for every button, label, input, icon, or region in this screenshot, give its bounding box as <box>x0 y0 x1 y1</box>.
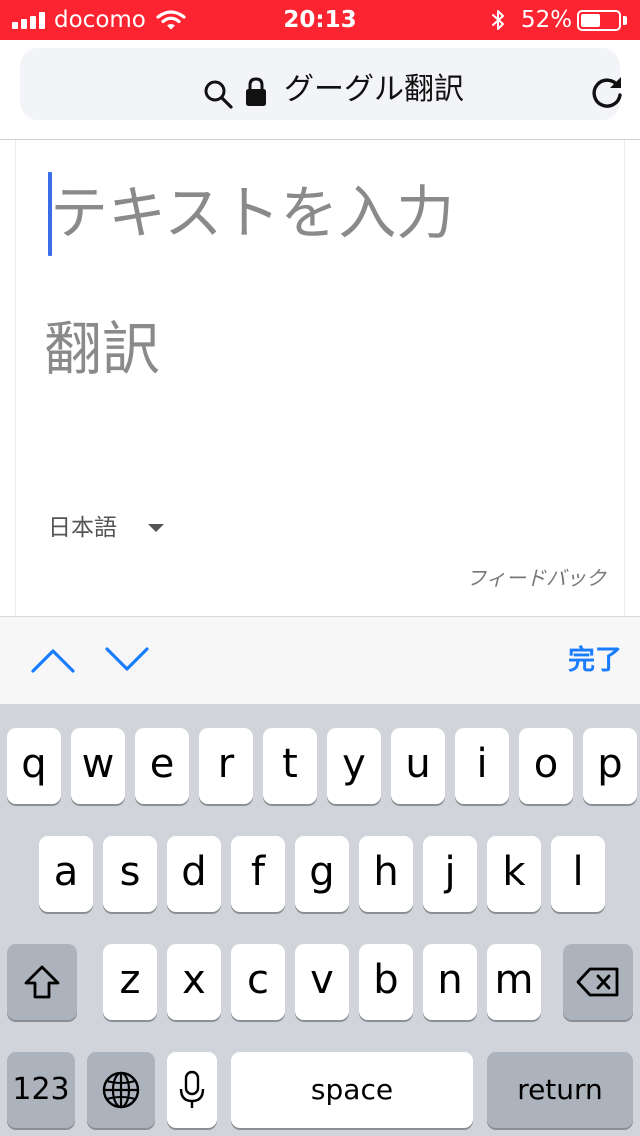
key-d[interactable]: d <box>167 836 221 912</box>
key-b[interactable]: b <box>359 944 413 1020</box>
key-a[interactable]: a <box>39 836 93 912</box>
numbers-key-label: 123 <box>12 1072 70 1107</box>
key-w[interactable]: w <box>71 728 125 804</box>
translation-output: 翻訳 <box>44 315 161 383</box>
key-x[interactable]: x <box>167 944 221 1020</box>
key-e[interactable]: e <box>135 728 189 804</box>
next-field-chevron-down-icon[interactable] <box>104 645 150 675</box>
battery-level-fill <box>581 14 600 27</box>
key-f[interactable]: f <box>231 836 285 912</box>
key-p[interactable]: p <box>583 728 637 804</box>
key-g[interactable]: g <box>295 836 349 912</box>
battery-icon <box>577 10 621 31</box>
search-icon <box>204 80 233 109</box>
feedback-link[interactable]: フィードバック <box>466 564 606 592</box>
key-q[interactable]: q <box>7 728 61 804</box>
key-m[interactable]: m <box>487 944 541 1020</box>
numbers-key[interactable]: 123 <box>7 1052 75 1128</box>
key-v[interactable]: v <box>295 944 349 1020</box>
bluetooth-icon <box>492 10 504 30</box>
dropdown-arrow-icon <box>148 524 164 532</box>
on-screen-keyboard: 123 space return qwertyuiop asdfghjkl zxcv… <box>0 704 640 1136</box>
target-language-select[interactable]: 日本語 <box>48 508 164 548</box>
target-language-label: 日本語 <box>48 515 117 541</box>
microphone-icon <box>179 1070 205 1108</box>
battery-nub <box>623 16 627 25</box>
page-title: グーグル翻訳 <box>284 72 464 107</box>
key-c[interactable]: c <box>231 944 285 1020</box>
done-button[interactable]: 完了 <box>568 641 622 681</box>
address-bar[interactable]: グーグル翻訳 <box>20 48 622 120</box>
key-t[interactable]: t <box>263 728 317 804</box>
key-h[interactable]: h <box>359 836 413 912</box>
backspace-key[interactable] <box>563 944 633 1020</box>
shift-key[interactable] <box>7 944 77 1020</box>
key-z[interactable]: z <box>103 944 157 1020</box>
reload-icon[interactable] <box>588 74 626 112</box>
space-key-label: space <box>310 1073 394 1106</box>
battery-percentage: 52% <box>521 7 573 33</box>
status-bar: docomo 20:13 52% <box>0 0 640 40</box>
key-i[interactable]: i <box>455 728 509 804</box>
shift-arrow-icon <box>24 965 60 999</box>
key-k[interactable]: k <box>487 836 541 912</box>
globe-icon <box>102 1071 140 1109</box>
key-r[interactable]: r <box>199 728 253 804</box>
space-key[interactable]: space <box>231 1052 473 1128</box>
keyboard-accessory-bar: 完了 <box>0 616 640 704</box>
key-s[interactable]: s <box>103 836 157 912</box>
return-key-label: return <box>517 1073 603 1106</box>
globe-key[interactable] <box>87 1052 155 1128</box>
browser-navigation: グーグル翻訳 <box>0 40 640 140</box>
key-l[interactable]: l <box>551 836 605 912</box>
key-u[interactable]: u <box>391 728 445 804</box>
key-o[interactable]: o <box>519 728 573 804</box>
previous-field-chevron-up-icon[interactable] <box>30 645 76 675</box>
backspace-icon <box>576 967 619 997</box>
return-key[interactable]: return <box>487 1052 633 1128</box>
translate-card: テキストを入力 翻訳 日本語 フィードバック <box>15 140 625 618</box>
key-y[interactable]: y <box>327 728 381 804</box>
key-j[interactable]: j <box>423 836 477 912</box>
key-n[interactable]: n <box>423 944 477 1020</box>
dictation-key[interactable] <box>167 1052 217 1128</box>
source-text-input[interactable]: テキストを入力 <box>50 176 454 250</box>
lock-icon <box>246 77 266 106</box>
